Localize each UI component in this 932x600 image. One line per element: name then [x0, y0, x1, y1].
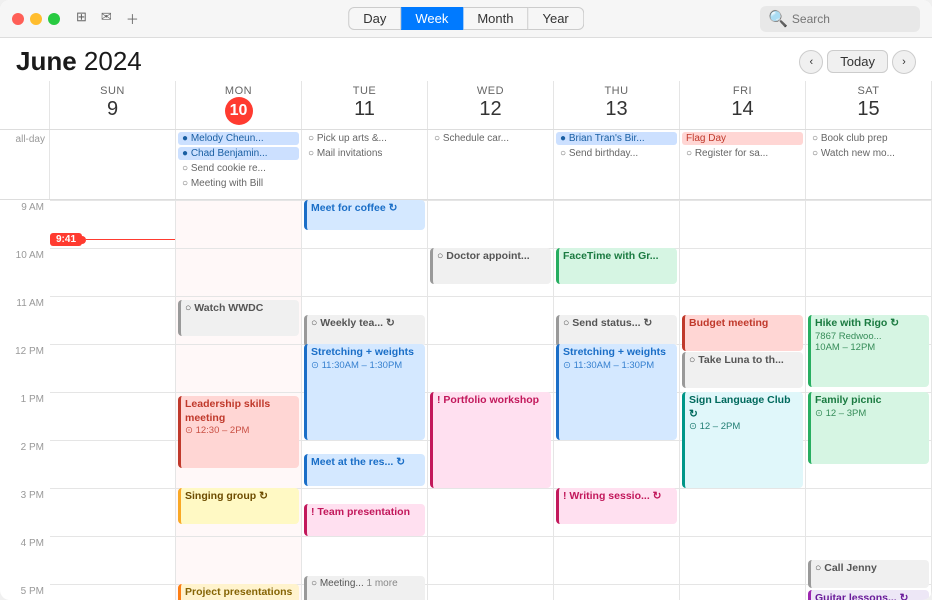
- today-button[interactable]: Today: [827, 50, 888, 73]
- nav-month[interactable]: Month: [463, 7, 528, 30]
- day-col-wed: ○ Doctor appoint... ! Portfolio workshop: [428, 200, 554, 600]
- allday-event[interactable]: ● Melody Cheun...: [178, 132, 299, 145]
- allday-event[interactable]: ○ Watch new mo...: [808, 147, 929, 160]
- time-labels: 9 AM 10 AM 11 AM 12 PM 1 PM 2 PM 3 PM 4 …: [0, 200, 50, 600]
- event-project[interactable]: Project presentations ⊙ 5 – 7PM: [178, 584, 299, 600]
- event-facetime[interactable]: FaceTime with Gr...: [556, 248, 677, 284]
- day-col-sat: Hike with Rigo ↻ 7867 Redwoo... 10AM – 1…: [806, 200, 932, 600]
- event-meet-res[interactable]: Meet at the res... ↻: [304, 454, 425, 486]
- month-header: June 2024 ‹ Today ›: [0, 38, 932, 81]
- allday-event[interactable]: ○ Send cookie re...: [178, 162, 299, 175]
- month-title: June 2024: [16, 46, 142, 77]
- day-header-thu: THU 13: [554, 81, 680, 129]
- event-coffee[interactable]: Meet for coffee ↻: [304, 200, 425, 230]
- event-portfolio[interactable]: ! Portfolio workshop: [430, 392, 551, 488]
- titlebar: ⊞ ✉ ＋ Day Week Month Year 🔍: [0, 0, 932, 38]
- nav-year[interactable]: Year: [528, 7, 583, 30]
- allday-event[interactable]: ○ Book club prep: [808, 132, 929, 145]
- day-col-tue: Meet for coffee ↻ ○ Weekly tea... ↻ Stre…: [302, 200, 428, 600]
- time-label-1pm: 1 PM: [0, 392, 50, 440]
- allday-event[interactable]: ○ Schedule car...: [430, 132, 551, 145]
- event-call-jenny[interactable]: ○ Call Jenny: [808, 560, 929, 588]
- event-picnic[interactable]: Family picnic ⊙ 12 – 3PM: [808, 392, 929, 464]
- allday-thu: ● Brian Tran's Bir... ○ Send birthday...: [554, 130, 680, 199]
- event-team-pres[interactable]: ! Team presentation: [304, 504, 425, 536]
- traffic-lights: [12, 13, 60, 25]
- event-weekly-tea[interactable]: ○ Weekly tea... ↻: [304, 315, 425, 347]
- event-watch-wwdc[interactable]: ○ Watch WWDC: [178, 300, 299, 336]
- allday-label: all-day: [0, 130, 50, 199]
- minimize-button[interactable]: [30, 13, 42, 25]
- event-luna[interactable]: ○ Take Luna to th...: [682, 352, 803, 388]
- day-col-sun: 9:41: [50, 200, 176, 600]
- allday-event[interactable]: ○ Mail invitations: [304, 147, 425, 160]
- event-send-status[interactable]: ○ Send status... ↻: [556, 315, 677, 347]
- day-header-tue: TUE 11: [302, 81, 428, 129]
- calendar-container: SUN 9 MON 10 TUE 11 WED 12 THU 13 FRI 14: [0, 81, 932, 600]
- time-label-2pm: 2 PM: [0, 440, 50, 488]
- allday-wed: ○ Schedule car...: [428, 130, 554, 199]
- day-header-wed: WED 12: [428, 81, 554, 129]
- time-grid-inner: 9 AM 10 AM 11 AM 12 PM 1 PM 2 PM 3 PM 4 …: [0, 200, 932, 600]
- event-writing[interactable]: ! Writing sessio... ↻: [556, 488, 677, 524]
- next-button[interactable]: ›: [892, 50, 916, 74]
- allday-fri: Flag Day ○ Register for sa...: [680, 130, 806, 199]
- allday-event[interactable]: ○ Pick up arts &...: [304, 132, 425, 145]
- view-switcher: Day Week Month Year: [348, 7, 584, 30]
- sidebar-icon[interactable]: ⊞: [76, 9, 87, 28]
- time-grid: 9 AM 10 AM 11 AM 12 PM 1 PM 2 PM 3 PM 4 …: [0, 200, 932, 600]
- day-col-fri: Budget meeting ○ Take Luna to th... Sign…: [680, 200, 806, 600]
- allday-event[interactable]: Flag Day: [682, 132, 803, 145]
- nav-week[interactable]: Week: [401, 7, 463, 30]
- day-headers: SUN 9 MON 10 TUE 11 WED 12 THU 13 FRI 14: [0, 81, 932, 130]
- day-header-mon: MON 10: [176, 81, 302, 129]
- day-col-mon: ○ Watch WWDC Leadership skills meeting ⊙…: [176, 200, 302, 600]
- close-button[interactable]: [12, 13, 24, 25]
- nav-day[interactable]: Day: [348, 7, 401, 30]
- search-box[interactable]: 🔍: [760, 6, 920, 32]
- allday-mon: ● Melody Cheun... ● Chad Benjamin... ○ S…: [176, 130, 302, 199]
- time-label-9am: 9 AM: [0, 200, 50, 248]
- event-doctor[interactable]: ○ Doctor appoint...: [430, 248, 551, 284]
- event-budget[interactable]: Budget meeting: [682, 315, 803, 351]
- event-meeting-more[interactable]: ○ Meeting... 1 more: [304, 576, 425, 600]
- allday-event[interactable]: ● Chad Benjamin...: [178, 147, 299, 160]
- day-col-thu: FaceTime with Gr... ○ Send status... ↻ S…: [554, 200, 680, 600]
- time-label-10am: 10 AM: [0, 248, 50, 296]
- time-label-11am: 11 AM: [0, 296, 50, 344]
- time-label-5pm: 5 PM: [0, 584, 50, 600]
- day-header-sat: SAT 15: [806, 81, 932, 129]
- event-stretching-thu[interactable]: Stretching + weights ⊙ 11:30AM – 1:30PM: [556, 344, 677, 440]
- navigation-group: ‹ Today ›: [799, 50, 916, 74]
- event-stretching-tue[interactable]: Stretching + weights ⊙ 11:30AM – 1:30PM: [304, 344, 425, 440]
- allday-event[interactable]: ○ Register for sa...: [682, 147, 803, 160]
- day-header-sun: SUN 9: [50, 81, 176, 129]
- search-icon: 🔍: [768, 9, 788, 29]
- time-label-12pm: 12 PM: [0, 344, 50, 392]
- event-sign-language[interactable]: Sign Language Club ↻ ⊙ 12 – 2PM: [682, 392, 803, 488]
- search-input[interactable]: [792, 12, 912, 26]
- allday-sun: [50, 130, 176, 199]
- allday-event[interactable]: ○ Meeting with Bill: [178, 177, 299, 190]
- maximize-button[interactable]: [48, 13, 60, 25]
- allday-row: all-day ● Melody Cheun... ● Chad Benjami…: [0, 130, 932, 200]
- allday-tue: ○ Pick up arts &... ○ Mail invitations: [302, 130, 428, 199]
- allday-event[interactable]: ● Brian Tran's Bir...: [556, 132, 677, 145]
- allday-sat: ○ Book club prep ○ Watch new mo...: [806, 130, 932, 199]
- allday-event[interactable]: ○ Send birthday...: [556, 147, 677, 160]
- event-guitar[interactable]: Guitar lessons... ↻: [808, 590, 929, 600]
- time-label-3pm: 3 PM: [0, 488, 50, 536]
- inbox-icon[interactable]: ✉: [101, 9, 112, 28]
- event-singing[interactable]: Singing group ↻: [178, 488, 299, 524]
- day-header-fri: FRI 14: [680, 81, 806, 129]
- time-label-4pm: 4 PM: [0, 536, 50, 584]
- add-icon[interactable]: ＋: [126, 9, 139, 28]
- titlebar-icons: ⊞ ✉ ＋: [76, 9, 139, 28]
- event-leadership[interactable]: Leadership skills meeting ⊙ 12:30 – 2PM: [178, 396, 299, 468]
- prev-button[interactable]: ‹: [799, 50, 823, 74]
- event-hike[interactable]: Hike with Rigo ↻ 7867 Redwoo... 10AM – 1…: [808, 315, 929, 387]
